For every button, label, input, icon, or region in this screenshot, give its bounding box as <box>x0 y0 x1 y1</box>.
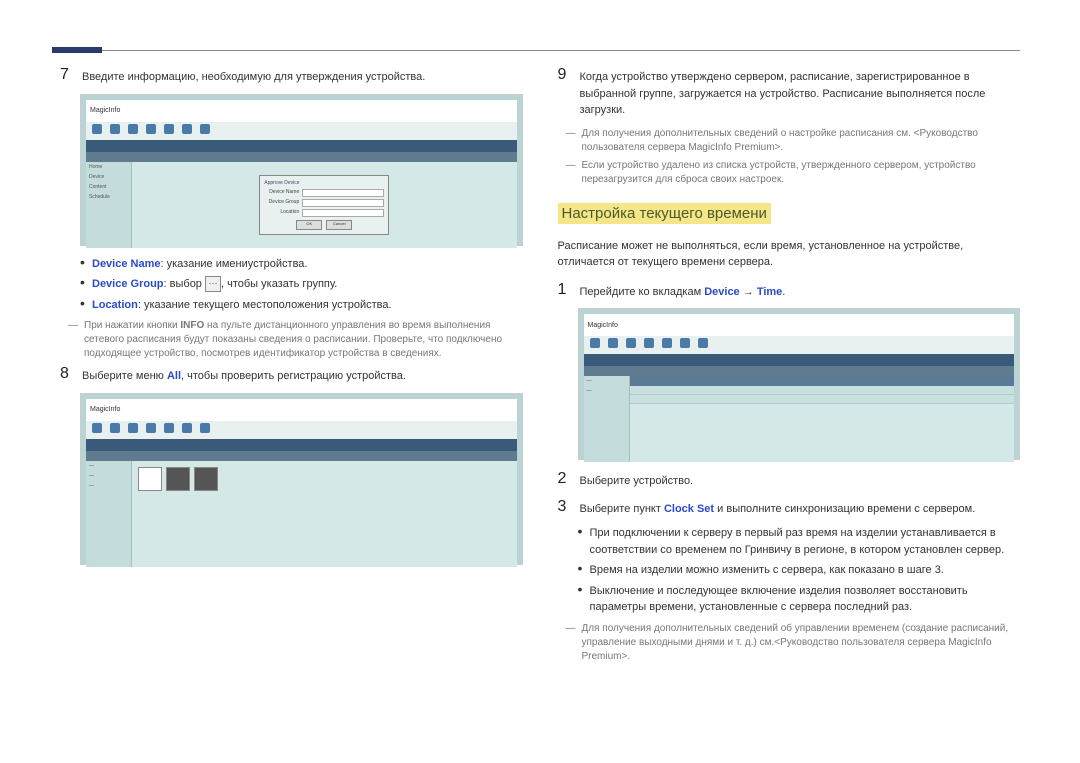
list-item: Выключение и последующее включение издел… <box>578 583 1021 616</box>
keyword-all: All <box>167 370 181 382</box>
keyword-device-name: Device Name <box>92 258 161 270</box>
list-item: Device Group: выбор ⋯, чтобы указать гру… <box>80 276 523 293</box>
ok-button[interactable]: OK <box>296 220 322 230</box>
step-number: 7 <box>60 66 74 86</box>
approve-dialog: Approve Device Device Name Device Group … <box>259 175 389 235</box>
step-3: 3 Выберите пункт Clock Set и выполните с… <box>558 498 1021 518</box>
app-toolbar <box>86 140 517 152</box>
location-input[interactable] <box>302 209 384 217</box>
field-description-list: Device Name: указание имениустройства. D… <box>80 256 523 314</box>
note-info-button: При нажатии кнопки INFO на пульте дистан… <box>68 319 523 361</box>
app-icon-row <box>584 336 1015 354</box>
device-group-input[interactable] <box>302 199 384 207</box>
app-logo: MagicInfo <box>584 314 1015 336</box>
step-number: 3 <box>558 498 572 518</box>
step-text: Выберите устройство. <box>580 470 1021 490</box>
list-item: Device Name: указание имениустройства. <box>80 256 523 273</box>
note-time-management: Для получения дополнительных сведений об… <box>566 622 1021 664</box>
intro-paragraph: Расписание может не выполняться, если вр… <box>558 238 1021 271</box>
step-number: 2 <box>558 470 572 490</box>
step-text: Перейдите ко вкладкам Device → Time. <box>580 281 1021 301</box>
device-cards <box>132 461 517 497</box>
device-name-input[interactable] <box>302 189 384 197</box>
section-heading: Настройка текущего времени <box>558 203 771 224</box>
cancel-button[interactable]: Cancel <box>326 220 352 230</box>
app-subtoolbar <box>86 152 517 162</box>
step-text: Введите информацию, необходимую для утве… <box>82 66 523 86</box>
step-number: 9 <box>558 66 572 119</box>
list-item: При подключении к серверу в первый раз в… <box>578 525 1021 558</box>
step-number: 8 <box>60 365 74 385</box>
time-notes-list: При подключении к серверу в первый раз в… <box>578 525 1021 616</box>
list-item: Location: указание текущего местоположен… <box>80 297 523 314</box>
step-1: 1 Перейдите ко вкладкам Device → Time. <box>558 281 1021 301</box>
app-subtoolbar <box>86 451 517 461</box>
screenshot-device-time: MagicInfo —— <box>578 308 1021 460</box>
app-logo: MagicInfo <box>86 399 517 421</box>
app-sidebar: Home Device Content Schedule <box>86 162 132 248</box>
app-sidebar: —— <box>584 376 630 462</box>
app-logo: MagicInfo <box>86 100 517 122</box>
step-7: 7 Введите информацию, необходимую для ут… <box>60 66 523 86</box>
app-sidebar: ——— <box>86 461 132 567</box>
device-card[interactable] <box>166 467 190 491</box>
step-number: 1 <box>558 281 572 301</box>
device-card[interactable] <box>194 467 218 491</box>
list-item: Время на изделии можно изменить с сервер… <box>578 562 1021 579</box>
step-text: Выберите меню All, чтобы проверить регис… <box>82 365 523 385</box>
table-row[interactable] <box>630 395 1015 404</box>
step-text: Когда устройство утверждено сервером, ра… <box>580 66 1021 119</box>
screenshot-approve-device: MagicInfo Home Device Content Schedule <box>80 94 523 246</box>
app-subtoolbar <box>584 366 1015 376</box>
step-text: Выберите пункт Clock Set и выполните син… <box>580 498 1021 518</box>
app-toolbar <box>86 439 517 451</box>
app-icon-row <box>86 122 517 140</box>
note-schedule-guide: Для получения дополнительных сведений о … <box>566 127 1021 155</box>
keyword-location: Location <box>92 299 138 311</box>
ellipsis-icon: ⋯ <box>205 276 221 292</box>
table-header <box>630 376 1015 386</box>
keyword-clock-set: Clock Set <box>664 503 714 515</box>
step-9: 9 Когда устройство утверждено сервером, … <box>558 66 1021 119</box>
note-device-removed: Если устройство удалено из списка устрой… <box>566 159 1021 187</box>
table-row[interactable] <box>630 386 1015 395</box>
keyword-device: Device <box>704 286 739 298</box>
app-icon-row <box>86 421 517 439</box>
step-8: 8 Выберите меню All, чтобы проверить рег… <box>60 365 523 385</box>
step-2: 2 Выберите устройство. <box>558 470 1021 490</box>
app-toolbar <box>584 354 1015 366</box>
device-card[interactable] <box>138 467 162 491</box>
screenshot-all-menu: MagicInfo ——— <box>80 393 523 565</box>
keyword-time: Time <box>757 286 782 298</box>
keyword-device-group: Device Group <box>92 278 164 290</box>
